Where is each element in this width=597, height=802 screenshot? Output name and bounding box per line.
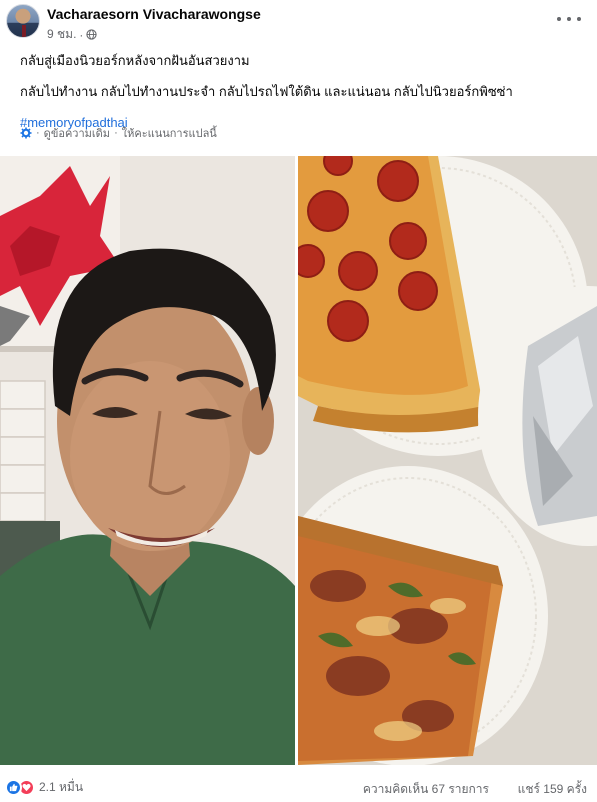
post-line-1: กลับสู่เมืองนิวยอร์กหลังจากฝันอันสวยงาม [20,53,250,68]
comments-count-link[interactable]: ความคิดเห็น 67 รายการ [363,780,489,799]
ellipsis-icon[interactable] [557,12,581,26]
translation-bar: · ดูข้อความเดิม · ให้คะแนนการแปลนี้ [20,124,217,142]
meta-separator: · [79,27,84,42]
post-time[interactable]: 9 ชม. [47,25,76,44]
globe-icon [86,29,98,40]
see-original-link[interactable]: ดูข้อความเดิม [44,124,110,142]
shares-count-link[interactable]: แชร์ 159 ครั้ง [518,780,587,799]
post-header: Vacharaesorn Vivacharawongse 9 ชม. · [0,0,597,44]
facebook-post: Vacharaesorn Vivacharawongse 9 ชม. · กลั… [0,0,597,802]
reaction-count: 2.1 หมื่น [39,780,84,794]
author-name[interactable]: Vacharaesorn Vivacharawongse [47,6,261,22]
rate-translation-link[interactable]: ให้คะแนนการแปลนี้ [122,124,217,142]
author-avatar[interactable] [6,4,40,38]
post-footer: 2.1 หมื่น ความคิดเห็น 67 รายการ แชร์ 159… [0,774,597,800]
translate-separator-2: · [114,127,118,139]
post-meta: 9 ชม. · [47,25,98,44]
post-line-2: กลับไปทำงาน กลับไปทำงานประจำ กลับไปรถไฟใ… [20,84,513,99]
gear-icon [20,127,32,139]
pizza-photo[interactable] [298,156,597,765]
translate-separator: · [36,127,40,139]
reaction-summary[interactable]: 2.1 หมื่น [5,778,83,797]
like-icon [5,779,22,796]
selfie-photo[interactable] [0,156,295,765]
photo-grid [0,156,597,765]
